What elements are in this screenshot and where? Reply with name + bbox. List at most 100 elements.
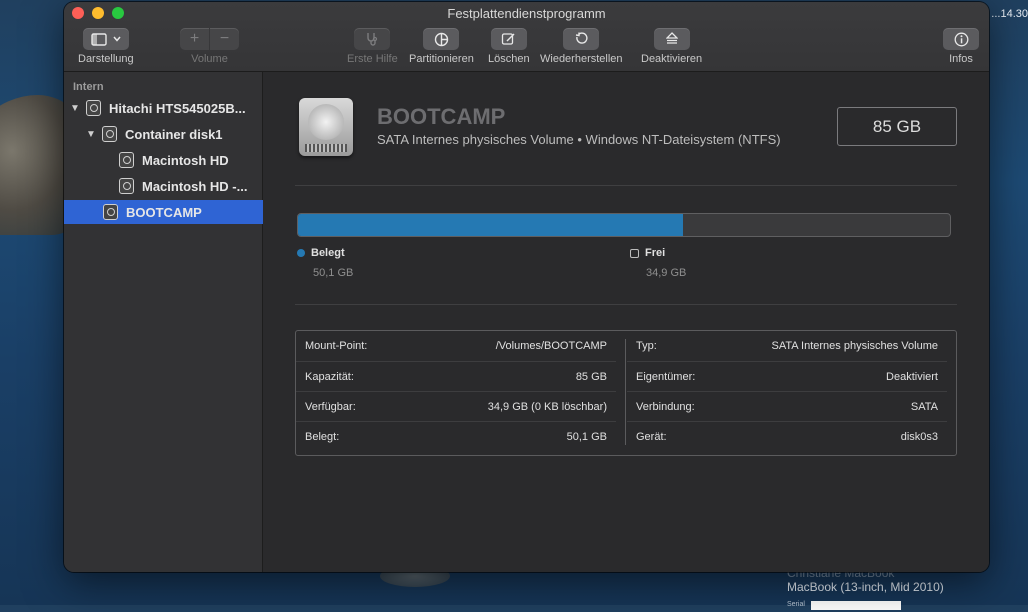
info-key: Verfügbar:	[305, 400, 356, 413]
disclosure-triangle-icon[interactable]: ▼	[70, 103, 80, 114]
erase-control: Löschen	[488, 28, 530, 65]
free-square-icon	[630, 248, 639, 258]
info-value: 50,1 GB	[566, 430, 607, 443]
partition-button[interactable]	[423, 28, 460, 50]
info-row-owner: Eigentümer: Deaktiviert	[627, 361, 947, 391]
hard-disk-icon	[103, 204, 118, 220]
sidebar-item-label: Container disk1	[125, 126, 223, 142]
info-row-connection: Verbindung: SATA	[627, 391, 947, 421]
unmount-label: Deaktivieren	[641, 53, 703, 65]
erase-disk-icon	[502, 33, 515, 45]
info-key: Kapazität:	[305, 370, 354, 383]
legend-used-value: 50,1 GB	[313, 267, 354, 279]
volume-control: + − Volume	[180, 28, 239, 65]
divider	[295, 304, 957, 305]
info-key: Verbindung:	[636, 400, 695, 413]
usage-bar	[297, 213, 951, 237]
info-row-device: Gerät: disk0s3	[627, 421, 947, 451]
info-key: Typ:	[636, 340, 657, 352]
volume-label: Volume	[191, 53, 228, 65]
restore-control: Wiederherstellen	[540, 28, 623, 65]
legend-free: Frei	[630, 247, 665, 259]
hard-disk-icon	[86, 100, 101, 116]
info-key: Belegt:	[305, 430, 340, 443]
info-value: 85 GB	[575, 370, 607, 383]
info-row-mount-point: Mount-Point: /Volumes/BOOTCAMP	[296, 331, 616, 361]
restore-button[interactable]	[563, 28, 600, 50]
info-row-type: Typ: SATA Internes physisches Volume	[627, 331, 947, 361]
legend-used-label: Belegt	[311, 247, 345, 259]
legend-free-label: Frei	[645, 247, 666, 259]
remove-volume-button[interactable]: −	[210, 28, 239, 50]
hard-disk-icon	[102, 126, 117, 142]
desktop-serial-redaction	[810, 600, 901, 610]
window-title: Festplattendienstprogramm	[447, 6, 606, 21]
unmount-button[interactable]	[653, 28, 690, 50]
hard-disk-icon	[119, 152, 134, 168]
info-row-available: Verfügbar: 34,9 GB (0 KB löschbar)	[296, 391, 616, 421]
legend-used: Belegt	[297, 247, 345, 259]
desktop-model-name: MacBook (13-inch, Mid 2010)	[787, 580, 944, 594]
info-row-used: Belegt: 50,1 GB	[296, 421, 616, 451]
info-key: Gerät:	[636, 430, 667, 443]
pie-chart-icon	[434, 32, 449, 46]
unmount-control: Deaktivieren	[641, 28, 702, 65]
info-label: Infos	[949, 53, 973, 65]
view-control: Darstellung	[78, 28, 134, 65]
info-key: Mount-Point:	[305, 340, 368, 352]
info-value: 34,9 GB (0 KB löschbar)	[487, 400, 607, 413]
info-value: /Volumes/BOOTCAMP	[495, 340, 607, 352]
sidebar-item-container-disk1[interactable]: ▼ Container disk1	[64, 122, 284, 146]
first-aid-label: Erste Hilfe	[347, 53, 398, 65]
info-value: Deaktiviert	[886, 370, 938, 383]
info-row-capacity: Kapazität: 85 GB	[296, 361, 616, 391]
sidebar-item-label: Macintosh HD -...	[142, 178, 248, 194]
sidebar-item-label: Hitachi HTS545025B...	[109, 100, 246, 116]
usage-bar-used	[298, 214, 683, 236]
desktop-clock-text: ...14.30	[991, 8, 1028, 20]
sidebar-item-hitachi-disk[interactable]: ▼ Hitachi HTS545025B...	[64, 96, 268, 120]
partition-control: Partitionieren	[409, 28, 474, 65]
partition-label: Partitionieren	[409, 53, 474, 65]
info-button[interactable]	[943, 28, 979, 50]
info-icon	[954, 32, 968, 46]
volume-disk-icon	[299, 98, 353, 156]
legend-free-value: 34,9 GB	[646, 267, 687, 279]
stethoscope-icon	[367, 33, 378, 46]
sidebar-section-intern: Intern	[73, 81, 104, 93]
hard-disk-icon	[119, 178, 134, 194]
erase-button[interactable]	[490, 28, 527, 50]
restore-arrow-icon	[576, 32, 588, 44]
view-button[interactable]	[82, 28, 129, 50]
info-value: SATA	[910, 400, 938, 413]
divider	[295, 185, 957, 186]
eject-icon	[665, 32, 678, 44]
used-dot-icon	[297, 249, 305, 257]
chevron-down-icon	[113, 36, 121, 42]
view-label: Darstellung	[78, 53, 134, 65]
disk-utility-window: Festplattendienstprogramm Darstellung + …	[64, 2, 989, 572]
sidebar-icon	[91, 32, 107, 46]
sidebar-item-label: BOOTCAMP	[126, 204, 202, 220]
disclosure-triangle-icon[interactable]: ▼	[86, 129, 96, 140]
add-volume-button[interactable]: +	[180, 28, 209, 50]
sidebar: Intern ▼ Hitachi HTS545025B... ▼ Contain…	[64, 72, 301, 572]
volume-detail-pane: BOOTCAMP SATA Internes physisches Volume…	[263, 72, 989, 572]
desktop-system-info: Christiane MacBook MacBook (13-inch, Mid…	[787, 566, 944, 612]
volume-size-badge: 85 GB	[837, 107, 957, 146]
volume-description: SATA Internes physisches Volume • Window…	[377, 132, 781, 147]
desktop-serial: Serial	[787, 598, 944, 612]
volume-info-table: Mount-Point: /Volumes/BOOTCAMP Kapazität…	[295, 330, 957, 456]
info-value: SATA Internes physisches Volume	[771, 340, 938, 352]
info-column-divider	[625, 339, 626, 445]
titlebar: Festplattendienstprogramm Darstellung + …	[64, 2, 989, 72]
desktop-serial-label: Serial	[787, 601, 805, 608]
erase-label: Löschen	[488, 53, 530, 65]
volume-name: BOOTCAMP	[377, 104, 506, 129]
restore-label: Wiederherstellen	[540, 53, 623, 65]
first-aid-button[interactable]	[354, 28, 391, 50]
info-key: Eigentümer:	[636, 370, 696, 383]
info-value: disk0s3	[900, 430, 938, 443]
info-column-right: Typ: SATA Internes physisches Volume Eig…	[627, 331, 947, 451]
sidebar-item-label: Macintosh HD	[142, 152, 229, 168]
